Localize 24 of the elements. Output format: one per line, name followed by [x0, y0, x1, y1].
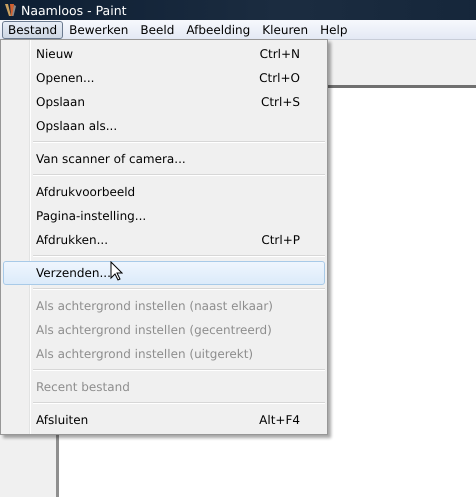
shortcut-label: Ctrl+N — [260, 47, 300, 61]
menu-item[interactable]: Openen... Ctrl+O — [3, 66, 325, 90]
menu-item[interactable]: Van scanner of camera... — [3, 147, 325, 171]
menu-bar-item[interactable]: Afbeelding — [180, 20, 256, 38]
mouse-pointer-icon — [110, 261, 123, 281]
menu-item[interactable]: Opslaan als... — [3, 114, 325, 138]
shortcut-label: Ctrl+O — [259, 71, 300, 85]
menu-bar-item[interactable]: Help — [314, 20, 354, 38]
menu-bar-item[interactable]: Bestand — [2, 20, 64, 38]
menu-item[interactable]: Verzenden... — [3, 261, 325, 285]
shortcut-label: Ctrl+P — [261, 233, 300, 247]
menu-item[interactable]: Nieuw Ctrl+N — [3, 42, 325, 66]
menu-bar-item[interactable]: Kleuren — [256, 20, 314, 38]
menu-item[interactable]: Afdrukken... Ctrl+P — [3, 228, 325, 252]
menu-bar-item[interactable]: Bewerken — [63, 20, 134, 38]
menu-item[interactable]: Pagina-instelling... — [3, 204, 325, 228]
shortcut-label: Ctrl+S — [260, 95, 300, 109]
menu-item[interactable]: Afsluiten Alt+F4 — [3, 408, 325, 432]
paint-brushes-icon — [4, 3, 16, 17]
window-title: Naamloos - Paint — [21, 2, 127, 18]
shortcut-label: Alt+F4 — [259, 413, 300, 427]
menu-item[interactable]: Opslaan Ctrl+S — [3, 90, 325, 114]
menu-item[interactable]: Afdrukvoorbeeld — [3, 180, 325, 204]
menu-bar-item[interactable]: Beeld — [134, 20, 180, 38]
